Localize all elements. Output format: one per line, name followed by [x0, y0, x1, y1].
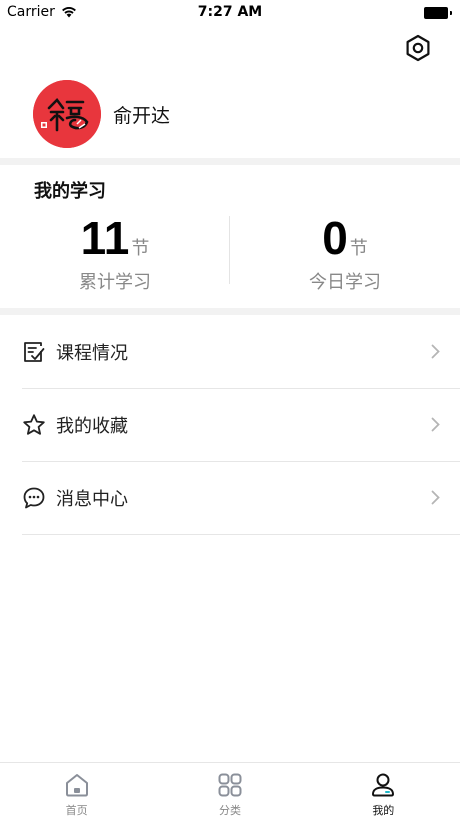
stat-today: 0节 今日学习: [230, 212, 460, 296]
stat-total-unit: 节: [131, 238, 150, 259]
tab-bar: 首页 分类 我的: [0, 762, 460, 818]
tab-label: 首页: [65, 804, 88, 817]
status-time: 7:27 AM: [197, 4, 263, 20]
menu-item-messages[interactable]: 消息中心: [22, 462, 460, 535]
stat-total-value: 11: [80, 212, 130, 264]
tab-label: 分类: [218, 804, 241, 817]
menu-list: 课程情况 我的收藏 消息中心: [22, 316, 460, 535]
section-divider: [0, 308, 460, 315]
chevron-right-icon: [431, 417, 440, 436]
menu-item-label: 消息中心: [56, 489, 128, 510]
tab-home[interactable]: 首页: [0, 763, 153, 818]
profile-header[interactable]: 俞开达: [33, 80, 170, 148]
star-icon: [22, 413, 46, 437]
section-divider: [0, 158, 460, 165]
profile-icon: [370, 772, 396, 798]
stat-today-label: 今日学习: [309, 272, 381, 293]
category-icon: [217, 772, 243, 798]
battery-icon: [424, 7, 452, 19]
tab-category[interactable]: 分类: [153, 763, 306, 818]
avatar[interactable]: [33, 80, 101, 148]
settings-icon: [406, 34, 430, 62]
study-stats: 11 节 累计学习 0节 今日学习: [0, 212, 460, 296]
chevron-right-icon: [431, 490, 440, 509]
home-icon: [64, 772, 90, 798]
tab-mine[interactable]: 我的: [307, 763, 460, 818]
tab-label: 我的: [372, 804, 395, 817]
study-section-title: 我的学习: [34, 181, 106, 202]
avatar-logo-icon: [33, 80, 101, 148]
menu-item-label: 课程情况: [56, 343, 128, 364]
stat-total: 11 节 累计学习: [0, 212, 230, 296]
stat-today-unit: 节: [349, 238, 368, 259]
chat-bubble-icon: [22, 486, 46, 510]
menu-item-course-status[interactable]: 课程情况: [22, 316, 460, 389]
status-bar: Carrier 7:27 AM: [0, 0, 460, 26]
stat-today-value: 0: [322, 212, 348, 264]
settings-button[interactable]: [404, 34, 432, 62]
username: 俞开达: [113, 104, 171, 127]
menu-item-label: 我的收藏: [56, 416, 128, 437]
course-checklist-icon: [22, 340, 46, 364]
stat-divider: [229, 216, 230, 284]
chevron-right-icon: [431, 344, 440, 363]
stat-total-label: 累计学习: [79, 272, 151, 293]
menu-item-favorites[interactable]: 我的收藏: [22, 389, 460, 462]
